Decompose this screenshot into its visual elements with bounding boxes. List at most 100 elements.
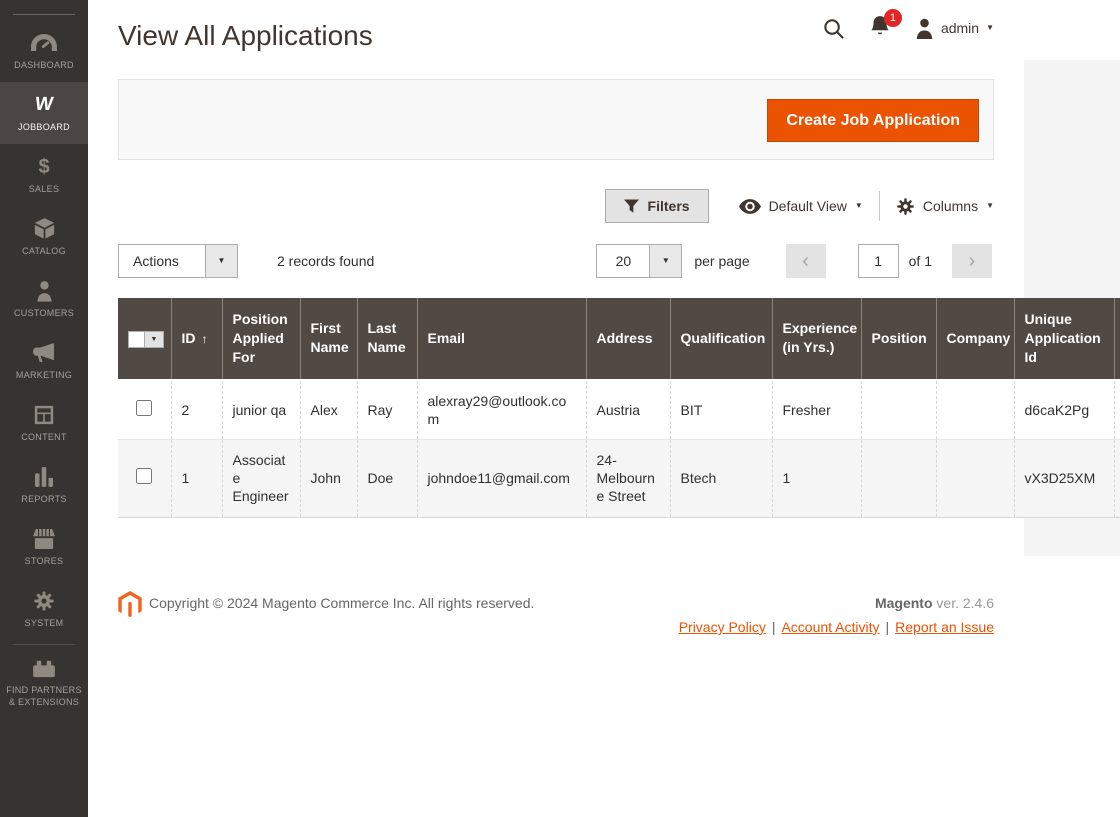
column-header-position-applied[interactable]: Position Applied For (222, 298, 300, 380)
select-all-checkbox[interactable] (128, 331, 145, 348)
row-select-cell (118, 440, 171, 518)
column-header-clipped[interactable]: Job Status (1114, 298, 1120, 380)
create-job-application-button[interactable]: Create Job Application (767, 99, 979, 142)
cell-qualification: Btech (670, 440, 772, 518)
brick-icon (32, 656, 56, 680)
report-issue-link[interactable]: Report an Issue (895, 619, 994, 635)
cell-email: johndoe11@gmail.com (417, 440, 586, 518)
account-activity-link[interactable]: Account Activity (781, 619, 879, 635)
grid-header-row: ▼ ID↑ Position Applied For First Name La… (118, 298, 1120, 380)
previous-page-button[interactable]: ‹ (786, 244, 826, 278)
bar-chart-icon (35, 465, 53, 489)
cell-qualification: BIT (670, 380, 772, 440)
next-page-button[interactable]: › (952, 244, 992, 278)
applications-grid: ▼ ID↑ Position Applied For First Name La… (118, 298, 1120, 518)
sidebar-item-label: SALES (29, 184, 60, 195)
sort-ascending-icon: ↑ (202, 332, 208, 346)
header-actions: 1 admin ▼ (770, 16, 994, 40)
sidebar-item-label: REPORTS (21, 494, 66, 505)
column-header-first-name[interactable]: First Name (300, 298, 357, 380)
filters-label: Filters (648, 198, 690, 214)
actions-select-caret[interactable]: ▼ (205, 245, 237, 277)
cell-unique-application-id: vX3D25XM (1014, 440, 1114, 518)
admin-sidebar: DASHBOARD W JOBBOARD $ SALES CATALOG CUS… (0, 0, 88, 817)
table-row[interactable]: 2 junior qa Alex Ray alexray29@outlook.c… (118, 380, 1120, 440)
row-select-cell (118, 380, 171, 440)
footer: Copyright © 2024 Magento Commerce Inc. A… (88, 556, 1120, 650)
chevron-down-icon: ▼ (218, 257, 226, 265)
grid-toolbar: Filters Default View ▼ Columns ▼ (118, 189, 994, 223)
per-page-select[interactable]: 20 ▼ (596, 244, 682, 278)
column-header-company[interactable]: Company (936, 298, 1014, 380)
column-header-qualification[interactable]: Qualification (670, 298, 772, 380)
page-number-input[interactable] (858, 244, 899, 278)
select-all-control[interactable]: ▼ (128, 331, 164, 348)
jobboard-icon: W (35, 93, 53, 117)
column-header-address[interactable]: Address (586, 298, 670, 380)
toolbar-divider (879, 191, 880, 221)
sidebar-divider (13, 644, 75, 645)
chevron-down-icon: ▼ (986, 202, 994, 210)
column-header-email[interactable]: Email (417, 298, 586, 380)
version-text: Magento ver. 2.4.6 (875, 595, 994, 611)
page-title: View All Applications (118, 20, 373, 52)
sidebar-item-marketing[interactable]: MARKETING (0, 330, 88, 392)
chevron-down-icon: ▼ (855, 202, 863, 210)
page-count-label: of 1 (909, 253, 932, 269)
sidebar-item-dashboard[interactable]: DASHBOARD (0, 20, 88, 82)
column-header-last-name[interactable]: Last Name (357, 298, 417, 380)
cell-unique-application-id: d6caK2Pg (1014, 380, 1114, 440)
per-page-label: per page (694, 253, 749, 269)
column-header-position[interactable]: Position (861, 298, 936, 380)
sidebar-item-sales[interactable]: $ SALES (0, 144, 88, 206)
column-header-id[interactable]: ID↑ (171, 298, 222, 380)
dollar-icon: $ (38, 155, 49, 179)
cell-id: 2 (171, 380, 222, 440)
sidebar-item-catalog[interactable]: CATALOG (0, 206, 88, 268)
cell-position (861, 440, 936, 518)
actions-select-value: Actions (119, 245, 205, 277)
table-row[interactable]: 1 Associate Engineer John Doe johndoe11@… (118, 440, 1120, 518)
page-actions-panel: Create Job Application (118, 79, 994, 160)
sidebar-divider (13, 14, 75, 15)
sidebar-item-stores[interactable]: STORES (0, 516, 88, 578)
cell-address: 24-Melbourne Street (586, 440, 670, 518)
chevron-left-icon: ‹ (802, 250, 809, 273)
notification-badge: 1 (884, 9, 902, 27)
notifications-button[interactable]: 1 (869, 16, 891, 40)
column-header-experience[interactable]: Experience (in Yrs.) (772, 298, 861, 380)
sidebar-item-jobboard[interactable]: W JOBBOARD (0, 82, 88, 144)
chevron-down-icon: ▼ (986, 24, 994, 32)
per-page-caret[interactable]: ▼ (649, 245, 681, 277)
cell-first-name: Alex (300, 380, 357, 440)
cell-clipped: N (1114, 440, 1120, 518)
layout-icon (34, 403, 54, 427)
default-view-button[interactable]: Default View ▼ (739, 198, 863, 214)
actions-select[interactable]: Actions ▼ (118, 244, 238, 278)
sidebar-item-system[interactable]: SYSTEM (0, 578, 88, 640)
user-icon (915, 18, 934, 39)
sidebar-item-content[interactable]: CONTENT (0, 392, 88, 454)
row-checkbox[interactable] (136, 468, 152, 484)
privacy-policy-link[interactable]: Privacy Policy (679, 619, 766, 635)
admin-menu[interactable]: admin ▼ (915, 18, 994, 39)
sidebar-item-label: CUSTOMERS (14, 308, 74, 319)
column-header-unique-application-id[interactable]: Unique Application Id (1014, 298, 1114, 380)
select-all-header: ▼ (118, 298, 171, 380)
chevron-down-icon: ▼ (662, 257, 670, 265)
sidebar-item-reports[interactable]: REPORTS (0, 454, 88, 516)
select-all-dropdown[interactable]: ▼ (145, 331, 164, 348)
sidebar-item-customers[interactable]: CUSTOMERS (0, 268, 88, 330)
cell-clipped: A (1114, 380, 1120, 440)
cell-last-name: Ray (357, 380, 417, 440)
chevron-right-icon: › (969, 250, 976, 273)
link-separator: | (886, 619, 890, 635)
row-checkbox[interactable] (136, 400, 152, 416)
funnel-icon (624, 199, 639, 213)
search-icon[interactable] (822, 17, 845, 40)
cell-position-applied: junior qa (222, 380, 300, 440)
columns-button[interactable]: Columns ▼ (896, 197, 994, 216)
grid-controls: Actions ▼ 2 records found 20 ▼ per page … (118, 244, 994, 278)
sidebar-item-find-partners[interactable]: FIND PARTNERS & EXTENSIONS (0, 649, 88, 715)
filters-button[interactable]: Filters (605, 189, 709, 223)
